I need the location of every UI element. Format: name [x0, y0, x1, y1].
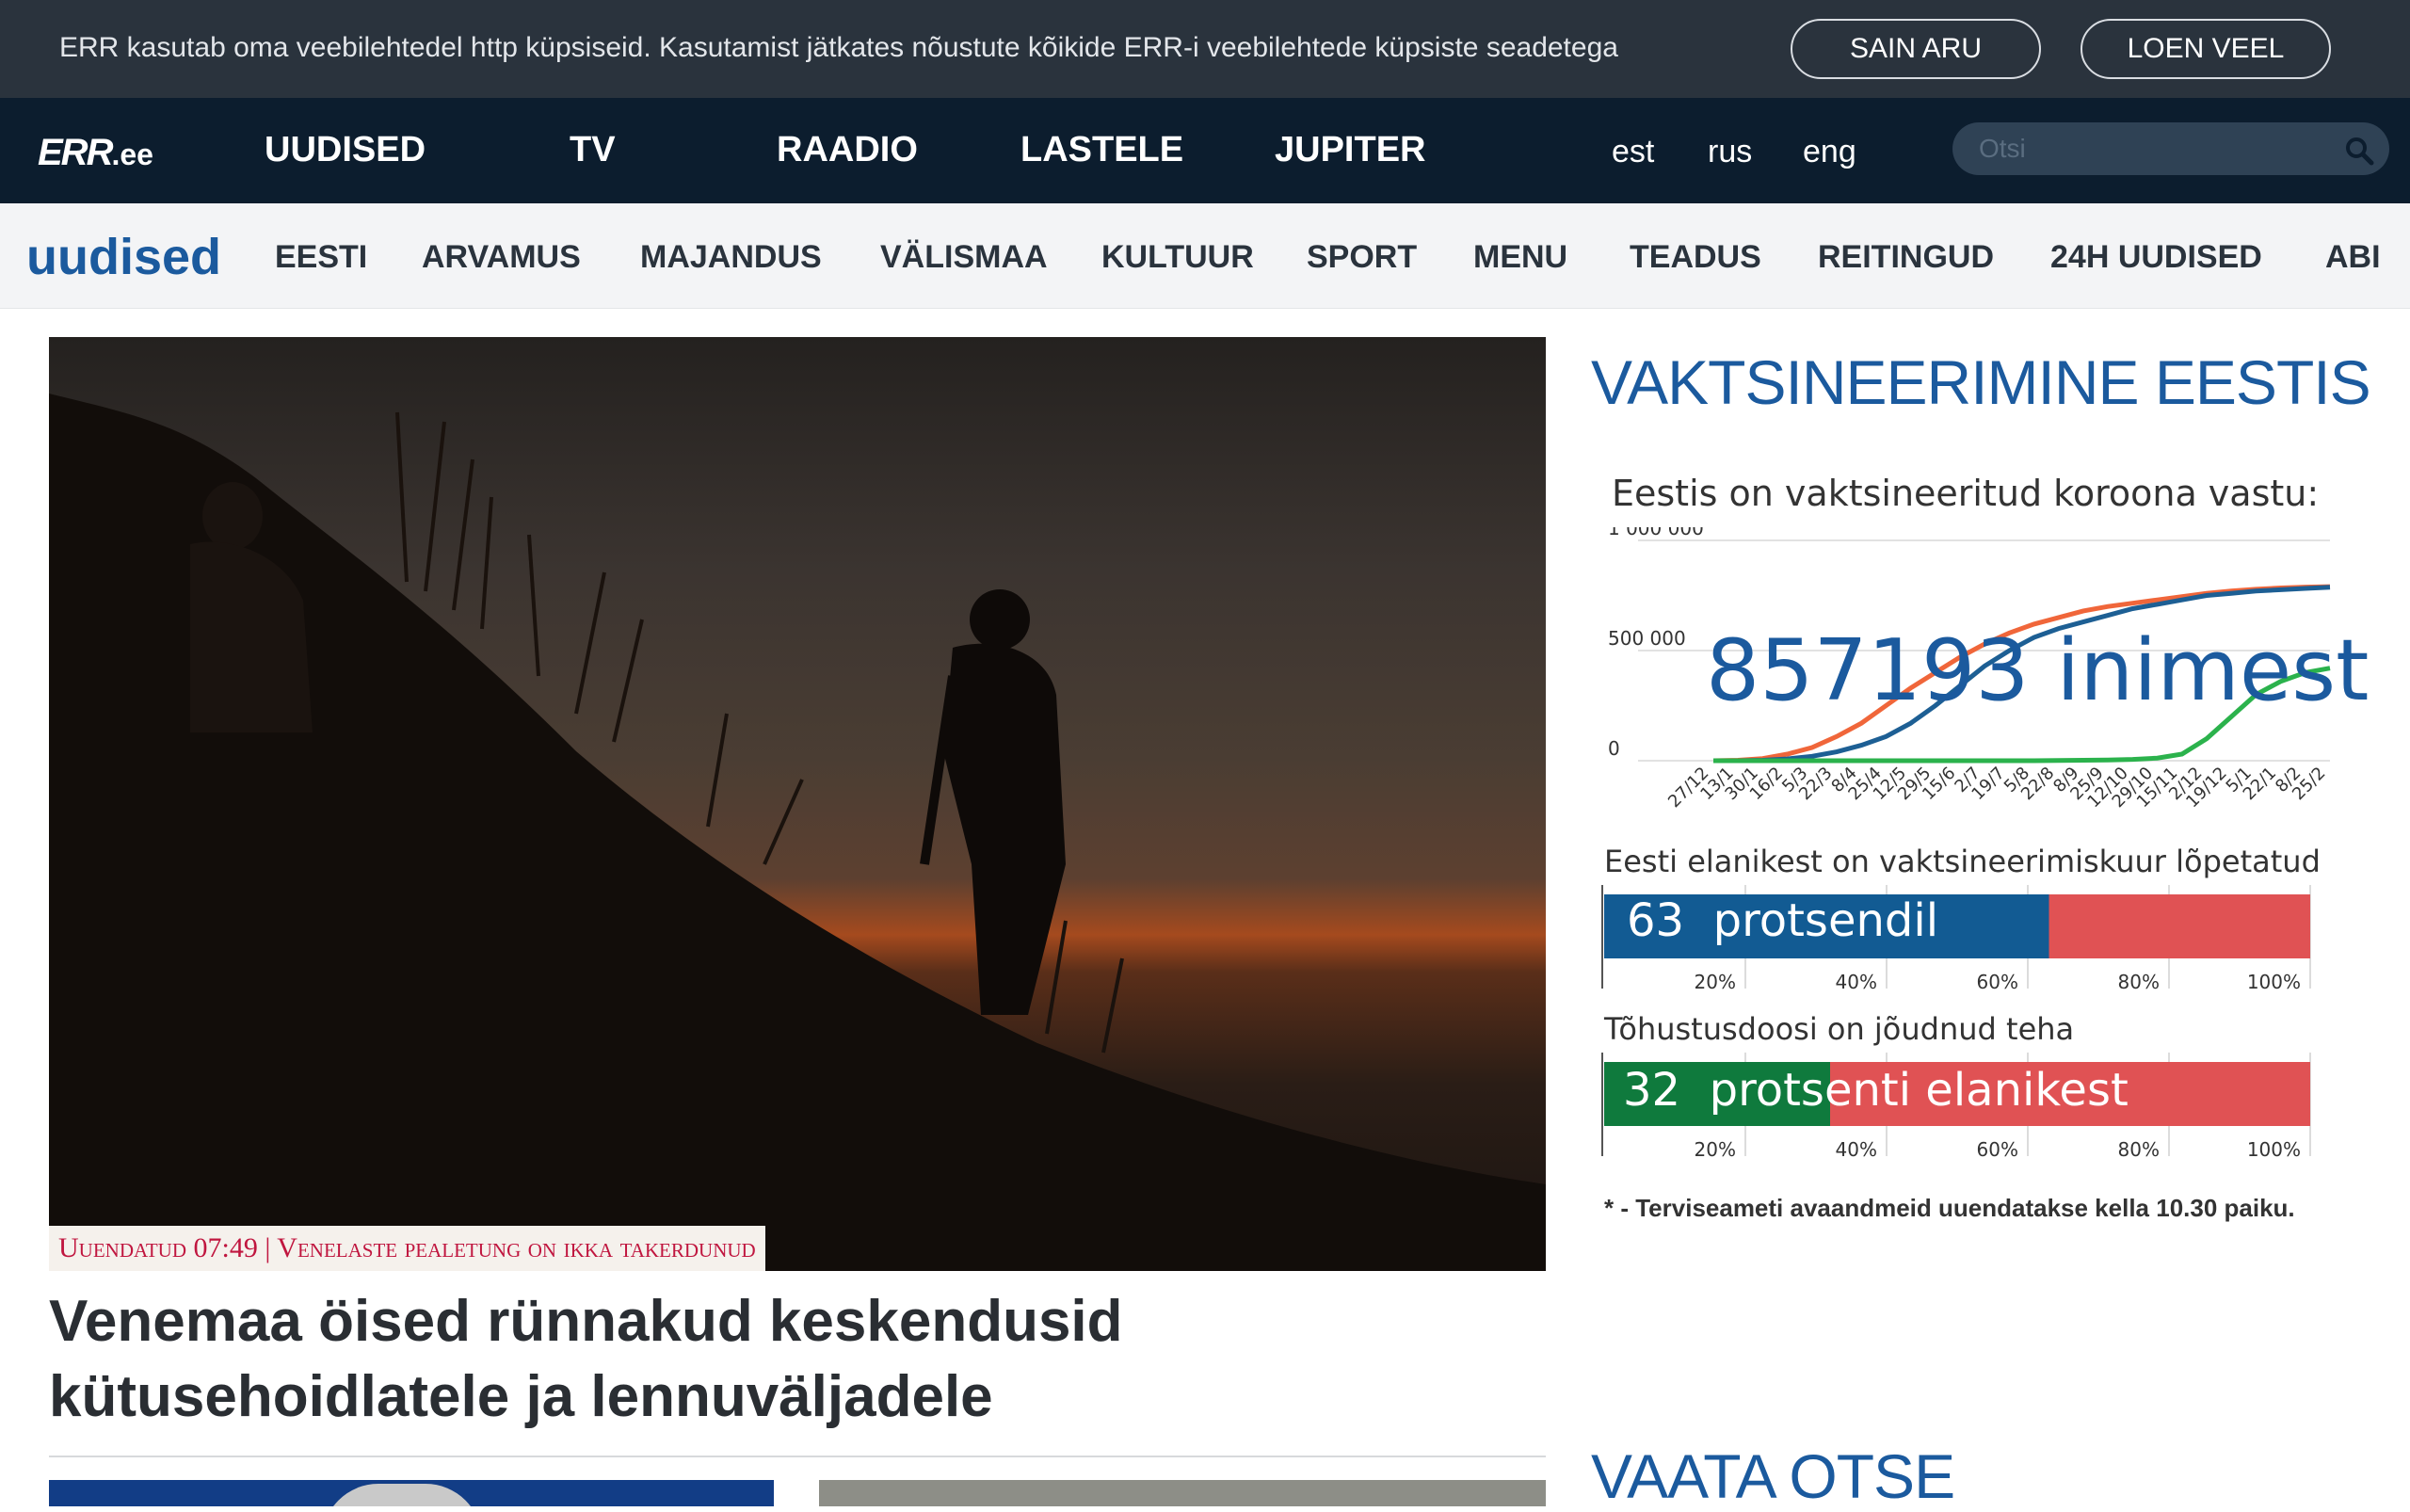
- section-brand[interactable]: uudised: [26, 228, 221, 286]
- subnav-item-valismaa[interactable]: VÄLISMAA: [880, 239, 1048, 276]
- cookie-text: ERR kasutab oma veebilehtedel http küpsi…: [59, 32, 1618, 63]
- widget-title: VAKTSINEERIMINE EESTIS: [1591, 347, 2371, 417]
- bar2-unit: protsenti elanikest: [1709, 1064, 2129, 1117]
- subnav-item-menu[interactable]: MENU: [1473, 239, 1567, 276]
- x-tick-label: 40%: [1836, 1138, 1877, 1161]
- x-tick-label: 20%: [1695, 971, 1736, 993]
- x-tick-label: 100%: [2247, 971, 2301, 993]
- article-thumbnail[interactable]: [819, 1480, 1546, 1506]
- x-tick-label: 60%: [1977, 1138, 2018, 1161]
- hero-headline[interactable]: Venemaa öised rünnakud keskendusid kütus…: [49, 1284, 1367, 1435]
- hero-photo-illustration: [49, 394, 1546, 1271]
- topnav-item-uudised[interactable]: UUDISED: [265, 130, 426, 170]
- subnav-item-majandus[interactable]: MAJANDUS: [640, 239, 822, 276]
- bar2-value-text: 32 protsenti elanikest: [1623, 1064, 2129, 1117]
- y-tick-label: 0: [1608, 737, 1620, 760]
- x-tick-label: 60%: [1977, 971, 2018, 993]
- hero-caption[interactable]: Uuendatud 07:49 | Venelaste pealetung on…: [49, 1226, 765, 1271]
- language-est[interactable]: est: [1612, 134, 1654, 170]
- widget-subtitle: Eestis on vaktsineeritud koroona vastu:: [1612, 473, 2320, 514]
- bar2-label: Tõhustusdoosi on jõudnud teha: [1604, 1011, 2075, 1047]
- bar1-value-text: 63 protsendil: [1627, 894, 1938, 947]
- section-navigation: uudised EESTI ARVAMUS MAJANDUS VÄLISMAA …: [0, 203, 2410, 309]
- logo-text: ERR: [38, 132, 113, 173]
- topnav-item-lastele[interactable]: LASTELE: [1020, 130, 1183, 170]
- vaccinated-count: 857193 inimest: [1706, 621, 2369, 720]
- subnav-item-arvamus[interactable]: ARVAMUS: [422, 239, 581, 276]
- subnav-item-teadus[interactable]: TEADUS: [1630, 239, 1761, 276]
- language-eng[interactable]: eng: [1803, 134, 1856, 170]
- thumbnail-person: [322, 1484, 482, 1506]
- search-icon[interactable]: [2344, 136, 2374, 166]
- x-tick-label: 20%: [1695, 1138, 1736, 1161]
- x-tick-label: 100%: [2247, 1138, 2301, 1161]
- cookie-banner: ERR kasutab oma veebilehtedel http küpsi…: [0, 0, 2410, 98]
- cookie-read-more-button[interactable]: LOEN VEEL: [2081, 19, 2331, 79]
- x-tick-label: 40%: [1836, 971, 1877, 993]
- x-tick-label: 80%: [2118, 971, 2160, 993]
- err-logo[interactable]: ERR.ee: [38, 132, 153, 174]
- search-box: [1952, 122, 2389, 175]
- topnav-item-tv[interactable]: TV: [570, 130, 616, 170]
- y-tick-label: 500 000: [1608, 627, 1686, 650]
- bar1-value: 63: [1627, 894, 1685, 947]
- bar1-unit: protsendil: [1712, 894, 1939, 947]
- headline-line-1: Venemaa öised rünnakud keskendusid: [49, 1289, 1123, 1354]
- bar2-value: 32: [1623, 1064, 1681, 1117]
- y-tick-label: 1 000 000: [1608, 527, 1704, 539]
- live-section-title: VAATA OTSE: [1591, 1441, 1955, 1511]
- subnav-item-abi[interactable]: ABI: [2325, 239, 2381, 276]
- vaccinated-count-unit: inimest: [2056, 621, 2370, 720]
- x-tick-label: 80%: [2118, 1138, 2160, 1161]
- subnav-item-sport[interactable]: SPORT: [1307, 239, 1417, 276]
- search-input[interactable]: [1979, 128, 2337, 169]
- hero-image[interactable]: [49, 337, 1546, 1271]
- topnav-item-raadio[interactable]: RAADIO: [777, 130, 918, 170]
- article-thumbnail[interactable]: [49, 1480, 774, 1506]
- section-divider: [49, 1456, 1546, 1457]
- subnav-item-kultuur[interactable]: KULTUUR: [1101, 239, 1254, 276]
- cookie-accept-button[interactable]: SAIN ARU: [1791, 19, 2041, 79]
- topnav-item-jupiter[interactable]: JUPITER: [1275, 130, 1425, 170]
- headline-line-2: kütusehoidlatele ja lennuväljadele: [49, 1364, 993, 1429]
- vaccinated-count-value: 857193: [1706, 621, 2030, 720]
- subnav-item-reitingud[interactable]: REITINGUD: [1818, 239, 1994, 276]
- logo-suffix: .ee: [111, 137, 153, 171]
- subnav-item-eesti[interactable]: EESTI: [275, 239, 367, 276]
- top-navigation: ERR.ee UUDISED TV RAADIO LASTELE JUPITER…: [0, 98, 2410, 203]
- bar1-label: Eesti elanikest on vaktsineerimiskuur lõ…: [1604, 844, 2321, 879]
- data-footnote: * - Terviseameti avaandmeid uuendatakse …: [1604, 1194, 2295, 1222]
- language-rus[interactable]: rus: [1708, 134, 1752, 170]
- subnav-item-24h-uudised[interactable]: 24H UUDISED: [2050, 239, 2262, 276]
